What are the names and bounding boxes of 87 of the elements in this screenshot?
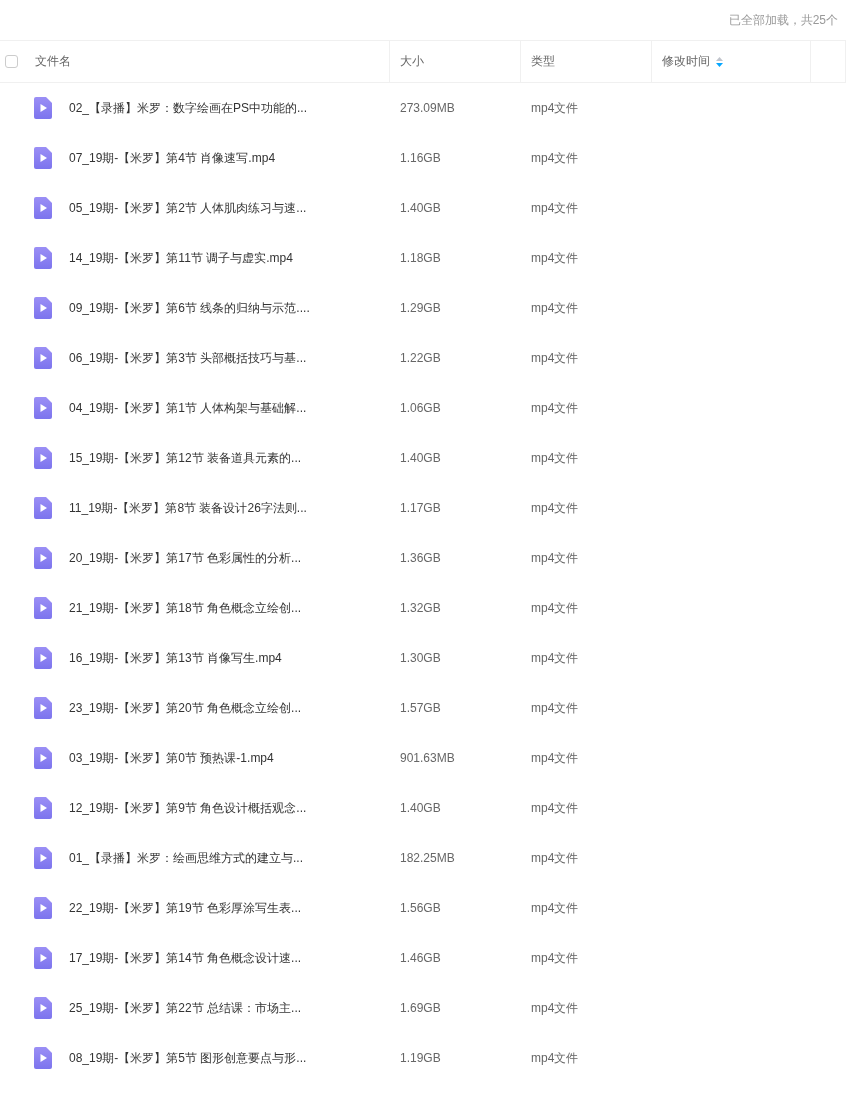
file-type: mp4文件: [531, 649, 579, 667]
file-size: 1.69GB: [400, 1001, 441, 1015]
video-file-icon: [34, 547, 52, 569]
video-file-icon: [34, 797, 52, 819]
file-size: 1.40GB: [400, 451, 441, 465]
file-name[interactable]: 14_19期-【米罗】第11节 调子与虚实.mp4: [69, 249, 293, 267]
file-type: mp4文件: [531, 899, 579, 917]
sort-icon[interactable]: [716, 56, 723, 67]
video-file-icon: [34, 897, 52, 919]
file-type: mp4文件: [531, 99, 579, 117]
video-file-icon: [34, 147, 52, 169]
file-name[interactable]: 16_19期-【米罗】第13节 肖像写生.mp4: [69, 649, 282, 667]
file-size: 1.06GB: [400, 401, 441, 415]
file-size: 1.57GB: [400, 701, 441, 715]
select-all-checkbox[interactable]: [5, 55, 18, 68]
file-type: mp4文件: [531, 599, 579, 617]
file-size: 1.30GB: [400, 651, 441, 665]
file-size: 1.18GB: [400, 251, 441, 265]
file-type: mp4文件: [531, 549, 579, 567]
file-size: 1.17GB: [400, 501, 441, 515]
file-name[interactable]: 22_19期-【米罗】第19节 色彩厚涂写生表...: [69, 899, 302, 917]
file-size: 273.09MB: [400, 101, 455, 115]
file-name[interactable]: 21_19期-【米罗】第18节 角色概念立绘创...: [69, 599, 302, 617]
file-name[interactable]: 17_19期-【米罗】第14节 角色概念设计速...: [69, 949, 302, 967]
file-type: mp4文件: [531, 399, 579, 417]
video-file-icon: [34, 697, 52, 719]
file-size: 901.63MB: [400, 751, 455, 765]
file-size: 1.32GB: [400, 601, 441, 615]
column-header[interactable]: 大小: [400, 53, 424, 70]
file-name[interactable]: 20_19期-【米罗】第17节 色彩属性的分析...: [69, 549, 302, 567]
file-name[interactable]: 08_19期-【米罗】第5节 图形创意要点与形...: [69, 1049, 307, 1067]
video-file-icon: [34, 297, 52, 319]
file-size: 1.36GB: [400, 551, 441, 565]
video-file-icon: [34, 997, 52, 1019]
file-size: 1.40GB: [400, 201, 441, 215]
file-name[interactable]: 04_19期-【米罗】第1节 人体构架与基础解...: [69, 399, 307, 417]
file-type: mp4文件: [531, 249, 579, 267]
file-name[interactable]: 15_19期-【米罗】第12节 装备道具元素的...: [69, 449, 302, 467]
file-type: mp4文件: [531, 299, 579, 317]
video-file-icon: [34, 247, 52, 269]
video-file-icon: [34, 347, 52, 369]
file-size: 182.25MB: [400, 851, 455, 865]
load-status: 已全部加载，共25个: [728, 11, 838, 29]
file-type: mp4文件: [531, 849, 579, 867]
video-file-icon: [34, 647, 52, 669]
file-type: mp4文件: [531, 199, 579, 217]
video-file-icon: [34, 597, 52, 619]
file-name[interactable]: 06_19期-【米罗】第3节 头部概括技巧与基...: [69, 349, 307, 367]
file-name[interactable]: 01_【录播】米罗：绘画思维方式的建立与...: [69, 849, 304, 867]
video-file-icon: [34, 497, 52, 519]
column-header[interactable]: 文件名: [35, 53, 71, 70]
video-file-icon: [34, 847, 52, 869]
file-type: mp4文件: [531, 1049, 579, 1067]
file-size: 1.16GB: [400, 151, 441, 165]
file-type: mp4文件: [531, 499, 579, 517]
video-file-icon: [34, 97, 52, 119]
video-file-icon: [34, 947, 52, 969]
file-name[interactable]: 23_19期-【米罗】第20节 角色概念立绘创...: [69, 699, 302, 717]
file-type: mp4文件: [531, 999, 579, 1017]
file-size: 1.46GB: [400, 951, 441, 965]
file-name[interactable]: 25_19期-【米罗】第22节 总结课：市场主...: [69, 999, 302, 1017]
file-type: mp4文件: [531, 449, 579, 467]
video-file-icon: [34, 397, 52, 419]
file-size: 1.56GB: [400, 901, 441, 915]
file-type: mp4文件: [531, 349, 579, 367]
file-type: mp4文件: [531, 749, 579, 767]
file-name[interactable]: 11_19期-【米罗】第8节 装备设计26字法则...: [69, 499, 307, 517]
file-size: 1.19GB: [400, 1051, 441, 1065]
file-name[interactable]: 09_19期-【米罗】第6节 线条的归纳与示范....: [69, 299, 310, 317]
file-name[interactable]: 12_19期-【米罗】第9节 角色设计概括观念...: [69, 799, 307, 817]
video-file-icon: [34, 1047, 52, 1069]
video-file-icon: [34, 447, 52, 469]
file-type: mp4文件: [531, 949, 579, 967]
video-file-icon: [34, 747, 52, 769]
file-name[interactable]: 05_19期-【米罗】第2节 人体肌肉练习与速...: [69, 199, 307, 217]
file-name[interactable]: 07_19期-【米罗】第4节 肖像速写.mp4: [69, 149, 276, 167]
file-size: 1.40GB: [400, 801, 441, 815]
file-size: 1.22GB: [400, 351, 441, 365]
file-name[interactable]: 03_19期-【米罗】第0节 预热课-1.mp4: [69, 749, 274, 767]
column-header[interactable]: 类型: [531, 53, 555, 70]
file-type: mp4文件: [531, 799, 579, 817]
file-name[interactable]: 02_【录播】米罗：数字绘画在PS中功能的...: [69, 99, 308, 117]
file-size: 1.29GB: [400, 301, 441, 315]
file-type: mp4文件: [531, 149, 579, 167]
video-file-icon: [34, 197, 52, 219]
column-header[interactable]: 修改时间: [662, 53, 710, 70]
file-type: mp4文件: [531, 699, 579, 717]
